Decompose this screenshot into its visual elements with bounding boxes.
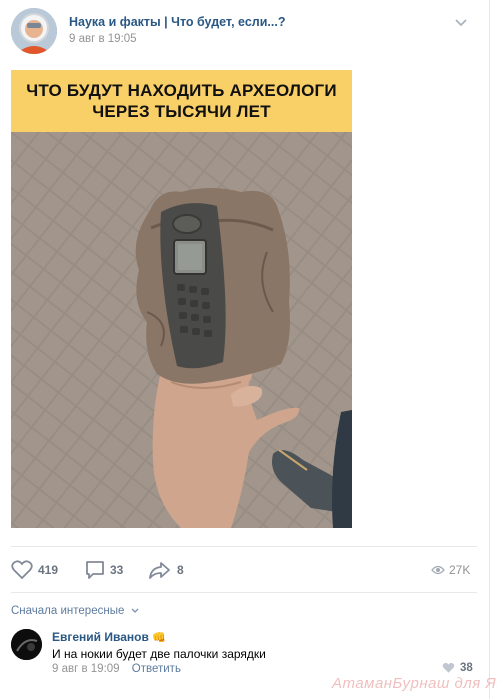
eye-icon: [431, 565, 445, 575]
image-caption-line1: ЧТО БУДУТ НАХОДИТЬ АРХЕОЛОГИ: [26, 81, 337, 100]
share-count: 8: [177, 563, 184, 577]
like-button[interactable]: 419: [11, 555, 58, 585]
comment-avatar[interactable]: [11, 629, 42, 660]
view-count: 27K: [449, 563, 471, 577]
group-avatar[interactable]: [11, 8, 57, 54]
comment-author[interactable]: Евгений Иванов 👊: [52, 630, 166, 644]
image-caption-banner: ЧТО БУДУТ НАХОДИТЬ АРХЕОЛОГИ ЧЕРЕЗ ТЫСЯЧ…: [11, 70, 352, 132]
comment-count: 33: [110, 563, 124, 577]
post-image[interactable]: ЧТО БУДУТ НАХОДИТЬ АРХЕОЛОГИ ЧЕРЕЗ ТЫСЯЧ…: [11, 70, 352, 528]
author-badge: 👊: [152, 632, 166, 644]
comment-meta: 9 авг в 19:09 Ответить: [52, 663, 181, 675]
post-card: Наука и факты | Что будет, если...? 9 ав…: [0, 0, 497, 699]
comment-icon: [86, 561, 104, 579]
comment-author-name: Евгений Иванов: [52, 630, 149, 644]
share-icon: [149, 562, 170, 579]
group-name-link[interactable]: Наука и факты | Что будет, если...?: [69, 15, 285, 29]
comment-like-count: 38: [460, 662, 473, 674]
chevron-down-icon[interactable]: [454, 16, 468, 30]
comment-like-button[interactable]: 38: [442, 662, 473, 674]
image-caption-line2: ЧЕРЕЗ ТЫСЯЧИ ЛЕТ: [92, 102, 271, 121]
divider: [11, 592, 477, 593]
fossil-phone-photo: [11, 132, 352, 528]
post-actions: 419 33 8 27K: [0, 555, 489, 585]
chevron-down-icon: [131, 608, 139, 613]
heart-icon: [11, 560, 33, 580]
post-date[interactable]: 9 авг в 19:05: [69, 33, 137, 45]
comment-text: И на нокии будет две палочки зарядки: [52, 647, 266, 661]
share-button[interactable]: 8: [148, 555, 184, 585]
like-count: 419: [38, 563, 59, 577]
comment-sort-dropdown[interactable]: Сначала интересные: [11, 605, 139, 617]
views: 27K: [431, 555, 470, 585]
comment-sort-label: Сначала интересные: [11, 605, 125, 617]
heart-icon: [442, 662, 455, 673]
divider: [11, 546, 477, 547]
comment-date[interactable]: 9 авг в 19:09: [52, 663, 120, 675]
watermark: АтаманБурнаш для ЯП: [332, 675, 497, 692]
comment-button[interactable]: 33: [85, 555, 123, 585]
reply-link[interactable]: Ответить: [132, 663, 181, 675]
